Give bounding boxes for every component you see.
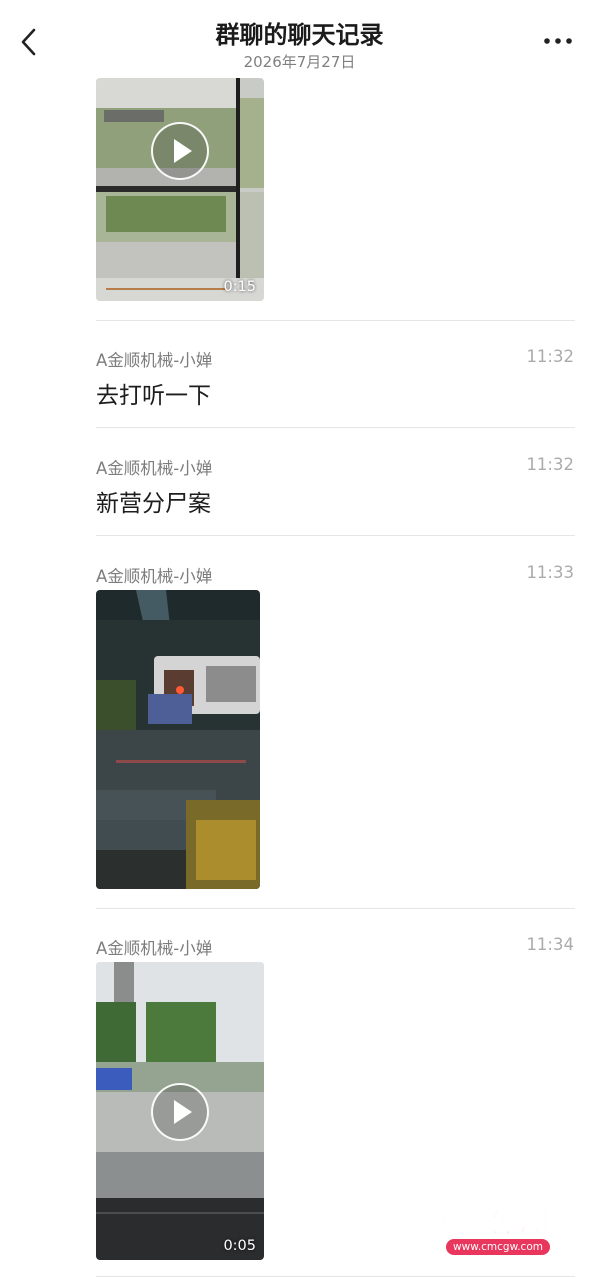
message-time: 11:32 xyxy=(526,347,574,366)
message-time: 11:34 xyxy=(526,935,574,954)
header-bar: 群聊的聊天记录 2026年7月27日 xyxy=(0,0,599,76)
play-icon xyxy=(174,1100,192,1124)
more-button[interactable] xyxy=(541,30,577,52)
message-sender: A金顺机械-小婵 xyxy=(96,567,213,586)
divider xyxy=(96,320,575,321)
more-horizontal-icon xyxy=(544,38,572,44)
divider xyxy=(96,908,575,909)
play-icon xyxy=(174,139,192,163)
image-thumbnail[interactable] xyxy=(96,590,260,889)
video-thumbnail[interactable]: 0:05 xyxy=(96,962,264,1260)
page-date: 2026年7月27日 xyxy=(243,53,356,71)
video-duration: 0:05 xyxy=(223,1238,256,1254)
message-text[interactable]: 新营分尸案 xyxy=(96,484,211,518)
video-duration: 0:15 xyxy=(223,279,256,295)
divider xyxy=(96,1276,575,1277)
message-sender: A金顺机械-小婵 xyxy=(96,351,213,370)
message-sender: A金顺机械-小婵 xyxy=(96,939,213,958)
watermark-logo: 草莓吃瓜网 www.cmcgw.com xyxy=(412,1199,582,1261)
watermark-url: www.cmcgw.com xyxy=(446,1239,550,1255)
watermark-text: 草莓吃瓜网 xyxy=(421,1204,572,1239)
message-text[interactable]: 去打听一下 xyxy=(96,376,211,410)
message-sender: A金顺机械-小婵 xyxy=(96,459,213,478)
divider xyxy=(96,535,575,536)
play-button[interactable] xyxy=(151,1083,209,1141)
message-time: 11:33 xyxy=(526,563,574,582)
video-preview-image xyxy=(96,78,264,301)
play-button[interactable] xyxy=(151,122,209,180)
divider xyxy=(96,427,575,428)
video-thumbnail[interactable]: 0:15 xyxy=(96,78,264,301)
page-title: 群聊的聊天记录 xyxy=(215,21,384,49)
photo-preview-image xyxy=(96,590,260,889)
message-time: 11:32 xyxy=(526,455,574,474)
